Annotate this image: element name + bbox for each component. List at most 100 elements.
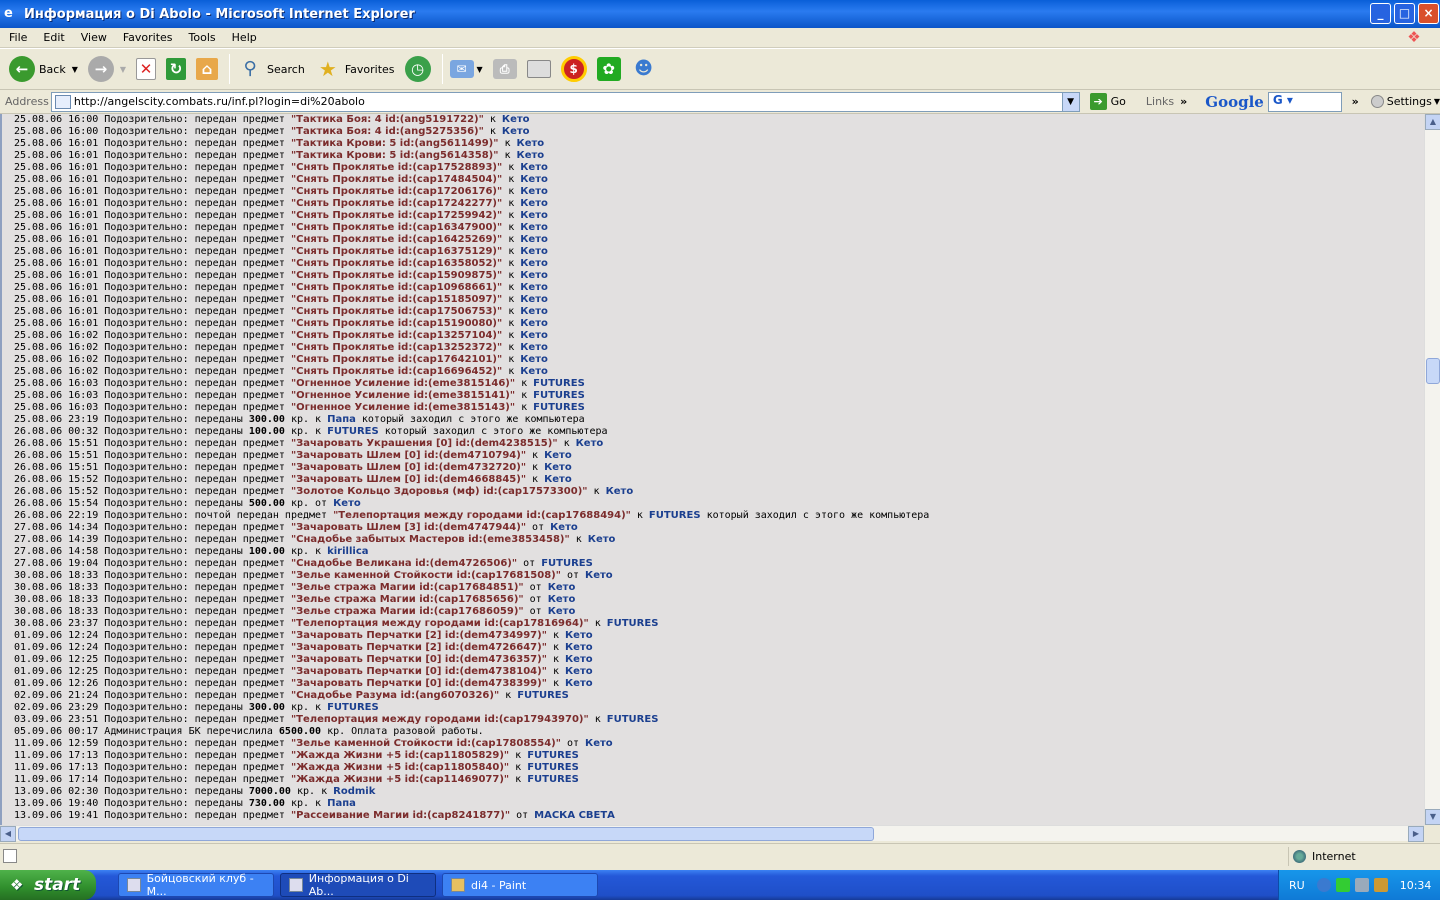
player-link[interactable]: Кето: [502, 114, 530, 125]
player-link[interactable]: Кето: [520, 210, 548, 221]
menu-tools[interactable]: Tools: [180, 31, 223, 44]
player-link[interactable]: kirillica: [327, 546, 368, 557]
player-link[interactable]: Папа: [327, 798, 356, 809]
menu-edit[interactable]: Edit: [34, 31, 71, 44]
horizontal-scrollbar[interactable]: ◀ ▶: [0, 825, 1424, 842]
player-link[interactable]: Кето: [544, 462, 572, 473]
player-link[interactable]: Кето: [548, 606, 576, 617]
player-link[interactable]: Кето: [520, 318, 548, 329]
player-link[interactable]: FUTURES: [533, 378, 585, 389]
vertical-scroll-thumb[interactable]: [1426, 358, 1440, 384]
player-link[interactable]: FUTURES: [649, 510, 701, 521]
google-search-box[interactable]: G ▾: [1267, 91, 1342, 112]
search-button[interactable]: ⚲ Search: [234, 52, 308, 86]
player-link[interactable]: Кето: [576, 438, 604, 449]
close-button[interactable]: ×: [1418, 3, 1439, 24]
player-link[interactable]: Кето: [544, 450, 572, 461]
player-link[interactable]: Папа: [327, 414, 356, 425]
player-link[interactable]: FUTURES: [541, 558, 593, 569]
player-link[interactable]: FUTURES: [527, 762, 579, 773]
player-link[interactable]: Кето: [548, 594, 576, 605]
taskbar-item-fightclub[interactable]: Бойцовский клуб - M...: [118, 872, 274, 898]
player-link[interactable]: Кето: [517, 150, 545, 161]
player-link[interactable]: Кето: [585, 738, 613, 749]
player-link[interactable]: FUTURES: [607, 714, 659, 725]
player-link[interactable]: Кето: [520, 294, 548, 305]
player-link[interactable]: FUTURES: [533, 390, 585, 401]
player-link[interactable]: Кето: [588, 534, 616, 545]
messenger-button[interactable]: ☻: [628, 52, 660, 86]
network-tray-icon[interactable]: [1354, 878, 1369, 892]
player-link[interactable]: Кето: [548, 582, 576, 593]
address-url[interactable]: http://angelscity.combats.ru/inf.pl?logi…: [74, 95, 1062, 108]
player-link[interactable]: Кето: [520, 354, 548, 365]
player-link[interactable]: Кето: [333, 498, 361, 509]
menu-help[interactable]: Help: [223, 31, 264, 44]
player-link[interactable]: FUTURES: [327, 426, 379, 437]
player-link[interactable]: Кето: [544, 474, 572, 485]
horizontal-scroll-thumb[interactable]: [18, 827, 874, 841]
player-link[interactable]: FUTURES: [607, 618, 659, 629]
player-link[interactable]: Кето: [565, 630, 593, 641]
favorites-button[interactable]: ★ Favorites: [312, 52, 398, 86]
address-input[interactable]: http://angelscity.combats.ru/inf.pl?logi…: [50, 91, 1080, 112]
minimize-button[interactable]: _: [1370, 3, 1391, 24]
icq-tray-icon[interactable]: [1335, 878, 1350, 892]
scroll-up-icon[interactable]: ▲: [1425, 114, 1440, 130]
go-button[interactable]: ➔ Go: [1086, 93, 1126, 110]
menu-favorites[interactable]: Favorites: [114, 31, 180, 44]
player-link[interactable]: Кето: [520, 198, 548, 209]
menu-view[interactable]: View: [72, 31, 114, 44]
maximize-button[interactable]: □: [1394, 3, 1415, 24]
player-link[interactable]: Кето: [565, 666, 593, 677]
volume-tray-icon[interactable]: [1373, 878, 1388, 892]
player-link[interactable]: Кето: [565, 654, 593, 665]
forward-button[interactable]: → ▼: [85, 52, 129, 86]
start-button[interactable]: ❖ start: [0, 870, 96, 900]
player-link[interactable]: Кето: [520, 258, 548, 269]
print-button[interactable]: ⎙: [490, 52, 520, 86]
menu-file[interactable]: File: [0, 31, 34, 44]
toolbar-chevron-icon[interactable]: »: [1352, 95, 1359, 108]
language-indicator[interactable]: RU: [1289, 879, 1305, 892]
player-link[interactable]: Кето: [520, 174, 548, 185]
player-link[interactable]: Кето: [520, 222, 548, 233]
history-button[interactable]: ◷: [402, 52, 434, 86]
player-link[interactable]: Rodmik: [333, 786, 375, 797]
player-link[interactable]: МАСКА СВЕТА: [534, 810, 615, 821]
home-button[interactable]: ⌂: [193, 52, 221, 86]
player-link[interactable]: FUTURES: [327, 702, 379, 713]
extension-button-1[interactable]: $: [558, 52, 590, 86]
back-button[interactable]: ← Back ▼: [6, 52, 81, 86]
player-link[interactable]: Кето: [585, 570, 613, 581]
vertical-scrollbar[interactable]: ▲ ▼: [1424, 114, 1440, 825]
player-link[interactable]: Кето: [606, 486, 634, 497]
refresh-button[interactable]: ↻: [163, 52, 189, 86]
player-link[interactable]: Кето: [520, 306, 548, 317]
taskbar-item-paint[interactable]: di4 - Paint: [442, 873, 598, 897]
mail-button[interactable]: ✉ ▼: [447, 52, 486, 86]
player-link[interactable]: Кето: [517, 138, 545, 149]
scroll-down-icon[interactable]: ▼: [1425, 809, 1440, 825]
player-link[interactable]: Кето: [520, 330, 548, 341]
settings-button[interactable]: Settings ▼: [1370, 95, 1440, 108]
player-link[interactable]: FUTURES: [517, 690, 569, 701]
mail-dropdown-icon[interactable]: ▼: [477, 65, 483, 74]
player-link[interactable]: Кето: [550, 522, 578, 533]
player-link[interactable]: Кето: [520, 342, 548, 353]
links-label[interactable]: Links: [1146, 95, 1174, 108]
player-link[interactable]: Кето: [520, 162, 548, 173]
player-link[interactable]: Кето: [520, 186, 548, 197]
player-link[interactable]: Кето: [520, 366, 548, 377]
player-link[interactable]: Кето: [520, 234, 548, 245]
links-chevron-icon[interactable]: »: [1180, 95, 1187, 108]
tray-arrow-icon[interactable]: [1316, 878, 1331, 892]
taskbar-item-info[interactable]: Информация о Di Ab...: [280, 872, 436, 898]
edit-button[interactable]: [524, 52, 554, 86]
player-link[interactable]: FUTURES: [527, 750, 579, 761]
scroll-left-icon[interactable]: ◀: [0, 826, 16, 842]
forward-dropdown-icon[interactable]: ▼: [120, 65, 126, 74]
player-link[interactable]: FUTURES: [527, 774, 579, 785]
stop-button[interactable]: ✕: [133, 52, 159, 86]
address-dropdown-icon[interactable]: ▼: [1061, 92, 1079, 111]
